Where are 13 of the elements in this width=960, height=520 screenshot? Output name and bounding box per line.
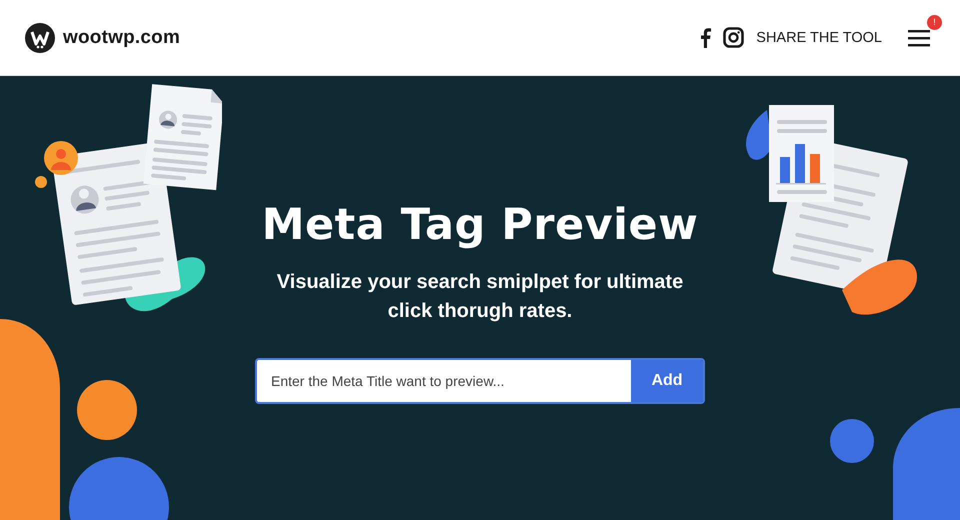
share-link[interactable]: SHARE THE TOOL: [756, 30, 882, 46]
notification-badge: !: [927, 14, 942, 30]
circle-decoration: [77, 380, 137, 440]
brand-name[interactable]: wootwp.com: [63, 26, 180, 48]
meta-title-field[interactable]: Enter the Meta Title want to preview... Add: [255, 358, 705, 404]
page-title: Meta Tag Preview: [262, 200, 698, 250]
logo-icon: [25, 22, 55, 52]
add-button[interactable]: Add: [631, 360, 703, 402]
instagram-icon[interactable]: [723, 27, 744, 48]
circle-decoration: [830, 419, 874, 463]
facebook-icon[interactable]: [699, 27, 712, 48]
menu-button[interactable]: [908, 28, 930, 46]
page-subtitle: Visualize your search smiplpet for ultimate click thorugh rates.: [276, 270, 684, 324]
